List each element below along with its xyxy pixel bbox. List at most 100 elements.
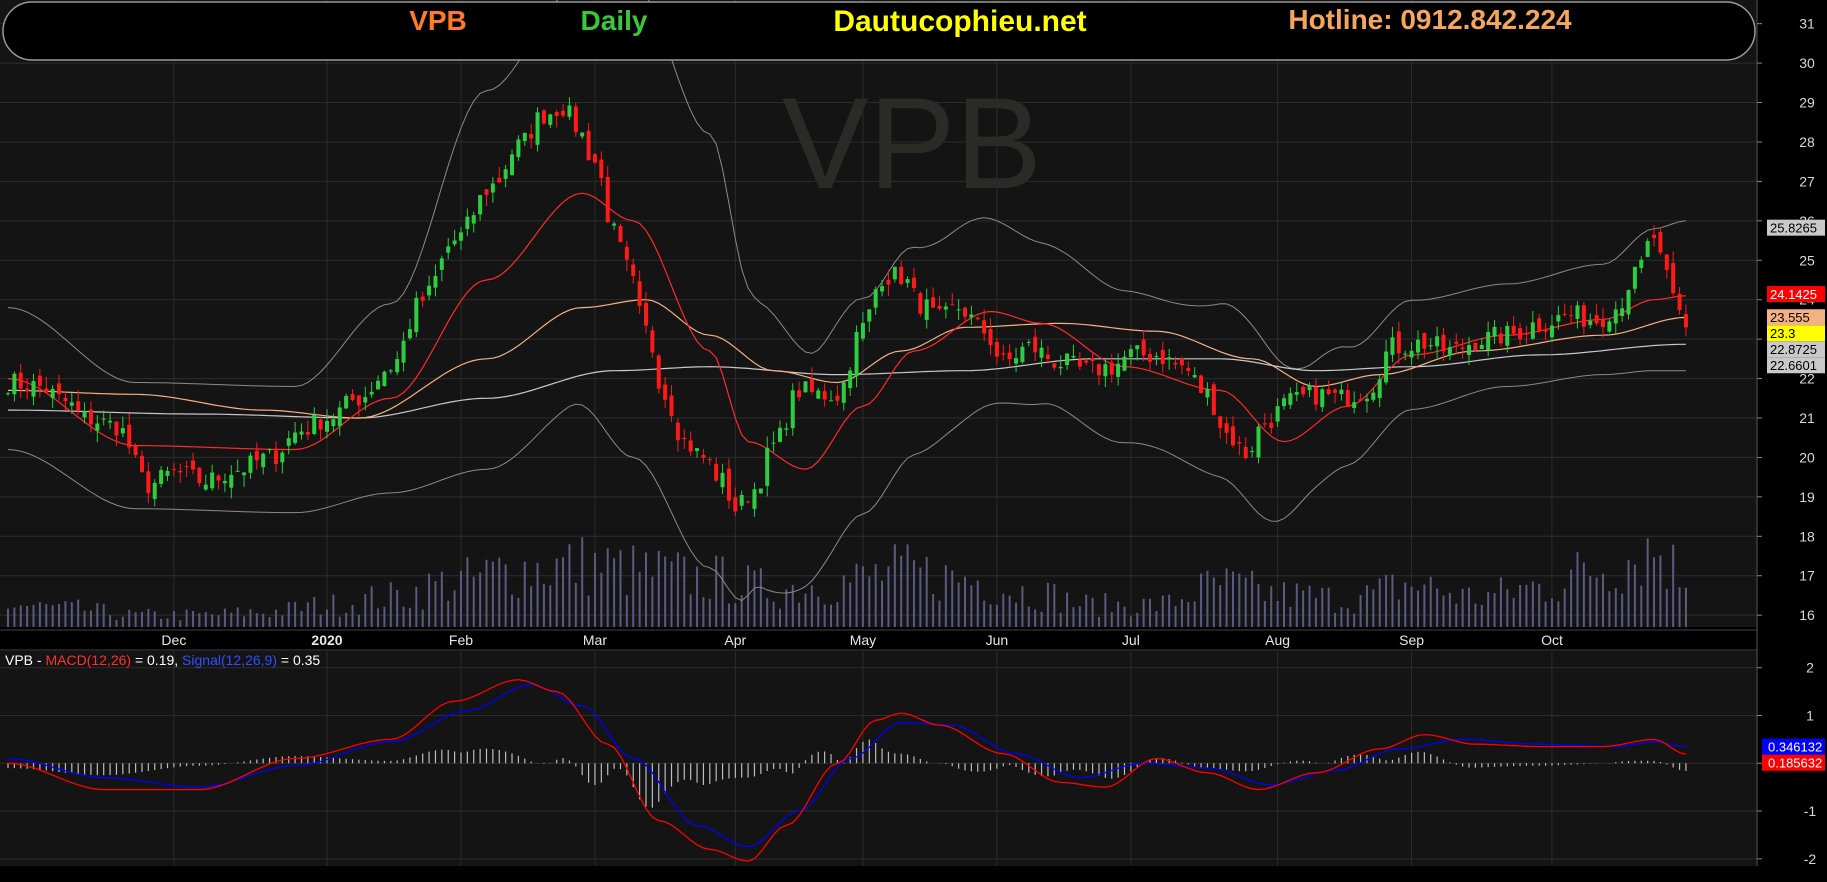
volume-bar <box>1283 582 1285 627</box>
volume-bar <box>1550 598 1553 627</box>
volume-bar <box>1570 569 1573 627</box>
price-badge-label: 23.555 <box>1770 310 1810 325</box>
volume-bar <box>1200 573 1203 627</box>
candle-body <box>6 393 10 395</box>
candle-body <box>1652 234 1657 238</box>
candle-body <box>931 297 936 308</box>
candle-body <box>235 470 240 472</box>
candle-body <box>746 501 751 503</box>
volume-bar <box>89 610 92 627</box>
candle-body <box>1467 345 1472 355</box>
candle-body <box>1588 320 1593 325</box>
volume-bar <box>1021 586 1024 627</box>
candle-body <box>57 383 62 395</box>
candle-body <box>988 329 993 346</box>
volume-bar <box>160 618 163 627</box>
volume-bar <box>1493 593 1496 627</box>
candle-body <box>1071 356 1076 358</box>
candle-body <box>1020 346 1025 363</box>
candle-body <box>1103 364 1108 377</box>
candle-body <box>720 472 725 488</box>
volume-bar <box>893 544 896 627</box>
candle-body <box>599 159 604 179</box>
volume-bar <box>198 613 201 627</box>
volume-bar <box>1519 584 1522 627</box>
volume-bar <box>300 610 303 627</box>
candle-body <box>1441 334 1446 352</box>
macd-tick-label: 2 <box>1806 660 1814 676</box>
candle-body <box>280 452 285 463</box>
volume-bar <box>26 605 29 627</box>
volume-bar <box>281 615 284 627</box>
volume-bar <box>1155 611 1158 627</box>
price-tick-label: 20 <box>1799 449 1815 465</box>
volume-bar <box>906 544 909 627</box>
volume-bar <box>223 608 226 627</box>
volume-bar <box>523 561 526 627</box>
price-tick-label: 31 <box>1799 16 1815 32</box>
candle-body <box>561 110 566 116</box>
price-badge-label: 22.8725 <box>1770 342 1817 357</box>
volume-bar <box>1436 588 1439 627</box>
candle-body <box>1364 398 1369 402</box>
candle-body <box>701 454 706 458</box>
volume-bar <box>1066 592 1069 627</box>
candle-body <box>809 378 814 392</box>
volume-bar <box>1608 591 1611 627</box>
volume-bar <box>70 602 73 627</box>
candle-body <box>1377 379 1382 399</box>
price-tick-label: 27 <box>1799 173 1815 189</box>
candle-body <box>229 474 234 488</box>
candle-body <box>178 471 183 473</box>
volume-bar <box>1385 575 1388 627</box>
volume-bar <box>83 610 86 627</box>
macd-panel-background <box>0 651 1757 866</box>
time-axis-label: May <box>850 632 876 648</box>
candle-body <box>261 453 266 468</box>
volume-bar <box>1289 606 1292 627</box>
candle-body <box>1122 356 1127 371</box>
volume-bar <box>1334 612 1337 627</box>
volume-bar <box>1015 602 1018 627</box>
volume-bar <box>555 558 558 627</box>
volume-bar <box>1149 598 1152 627</box>
volume-bar <box>1314 598 1317 627</box>
volume-bar <box>153 611 156 627</box>
volume-bar <box>1525 584 1528 627</box>
candle-body <box>1339 389 1344 395</box>
candle-body <box>395 359 400 373</box>
volume-bar <box>817 596 820 627</box>
candle-body <box>1199 375 1204 394</box>
candle-body <box>88 409 93 425</box>
candle-body <box>1632 266 1637 289</box>
macd-legend-symbol: VPB - <box>5 652 45 668</box>
candle-body <box>624 246 629 260</box>
volume-bar <box>32 604 35 627</box>
price-badge-label: 22.6601 <box>1770 358 1817 373</box>
candle-body <box>739 495 744 506</box>
volume-bar <box>383 606 386 627</box>
candle-body <box>414 297 419 333</box>
candle-body <box>331 419 336 427</box>
candle-body <box>1320 389 1325 408</box>
candle-body <box>82 411 87 418</box>
volume-bar <box>1091 597 1094 627</box>
volume-bar <box>1327 587 1330 627</box>
volume-bar <box>326 609 328 627</box>
volume-bar <box>823 604 826 627</box>
candle-body <box>644 302 648 326</box>
volume-bar <box>887 566 890 627</box>
candle-body <box>841 382 846 403</box>
volume-bar <box>1397 599 1400 627</box>
volume-bar <box>1646 538 1649 627</box>
candle-body <box>822 391 827 400</box>
stock-chart[interactable]: VPB VPB Daily Dautucophieu.net Hotline: … <box>0 0 1827 882</box>
candle-body <box>1084 360 1089 363</box>
volume-bar <box>1595 577 1598 627</box>
candle-body <box>439 258 444 270</box>
candle-body <box>1620 308 1625 317</box>
volume-bar <box>262 613 265 627</box>
candle-body <box>637 281 642 307</box>
candle-body <box>663 384 668 400</box>
volume-bar <box>855 563 858 627</box>
